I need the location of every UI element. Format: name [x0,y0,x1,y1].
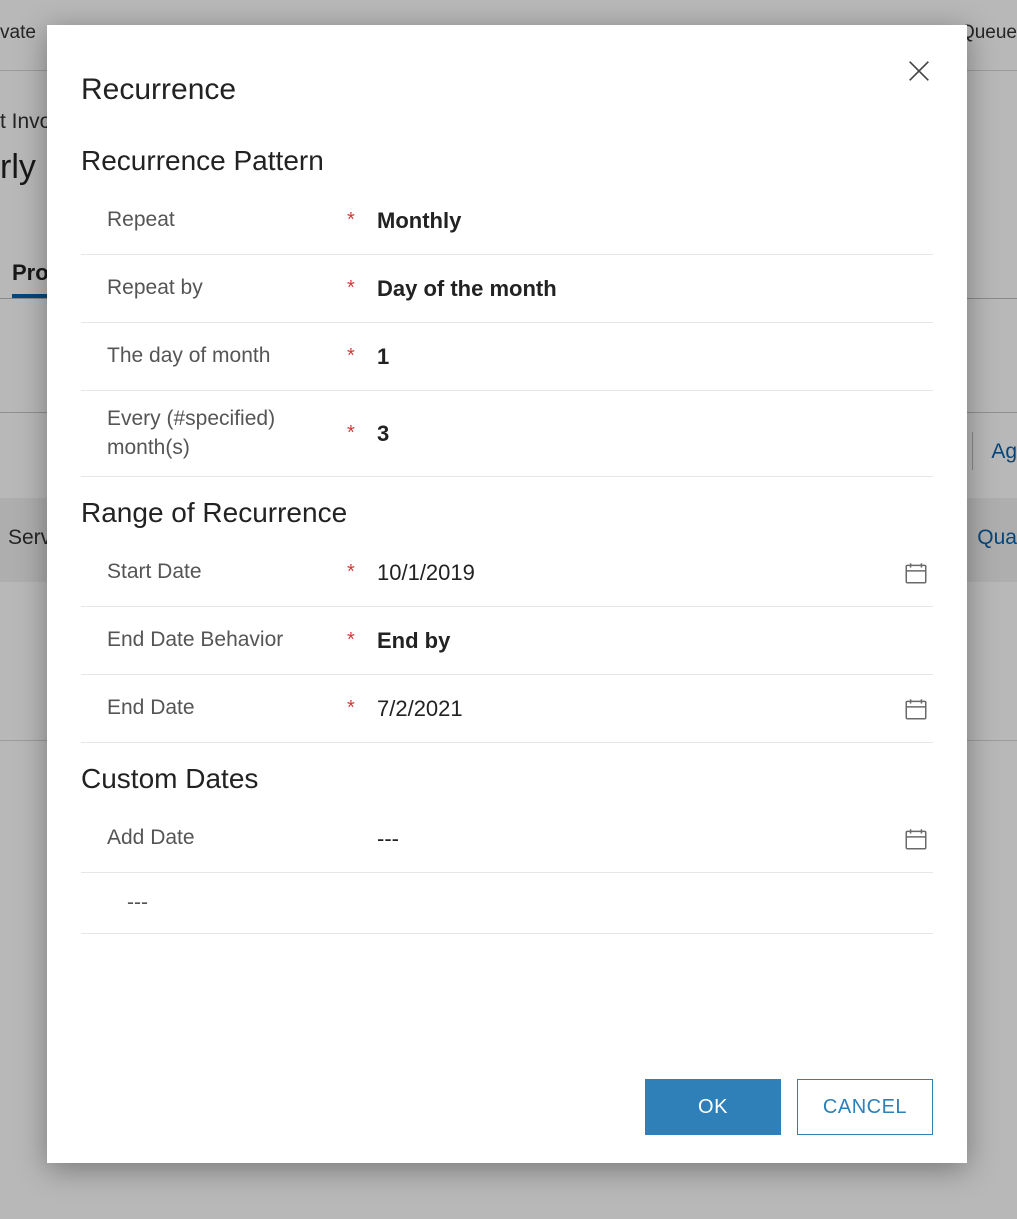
field-every-months-label: Every (#specified) month(s) [107,405,347,462]
field-end-date-behavior-label: End Date Behavior [107,626,347,654]
field-every-months-value-text: 3 [377,421,929,447]
field-repeat-by-label: Repeat by [107,274,347,302]
required-indicator: * [347,209,377,232]
required-indicator: * [347,561,377,584]
required-indicator: * [347,629,377,652]
close-button[interactable] [905,57,933,85]
field-every-months-value[interactable]: 3 [377,421,933,447]
field-day-of-month-value-text: 1 [377,344,929,370]
section-recurrence-pattern: Recurrence Pattern [81,145,933,177]
calendar-icon[interactable] [903,696,929,722]
field-add-date[interactable]: Add Date --- [81,805,933,873]
field-day-of-month-value[interactable]: 1 [377,344,933,370]
field-day-of-month[interactable]: The day of month * 1 [81,323,933,391]
field-start-date-label: Start Date [107,558,347,586]
field-end-date-label: End Date [107,694,347,722]
ok-button[interactable]: OK [645,1079,781,1135]
field-start-date-value[interactable]: 10/1/2019 [377,560,933,586]
field-every-months[interactable]: Every (#specified) month(s) * 3 [81,391,933,477]
section-range-of-recurrence: Range of Recurrence [81,497,933,529]
field-add-date-label: Add Date [107,824,347,852]
field-repeat-value[interactable]: Monthly [377,208,933,234]
field-end-date-behavior-value-text: End by [377,628,929,654]
dialog-title: Recurrence [81,73,933,107]
field-add-date-value[interactable]: --- [377,826,933,852]
field-repeat[interactable]: Repeat * Monthly [81,187,933,255]
field-end-date[interactable]: End Date * 7/2/2021 [81,675,933,743]
section-custom-dates: Custom Dates [81,763,933,795]
field-end-date-behavior-value[interactable]: End by [377,628,933,654]
field-end-date-behavior[interactable]: End Date Behavior * End by [81,607,933,675]
calendar-icon[interactable] [903,560,929,586]
field-repeat-label: Repeat [107,206,347,234]
field-repeat-by-value-text: Day of the month [377,276,929,302]
field-repeat-by-value[interactable]: Day of the month [377,276,933,302]
custom-dates-list-placeholder: --- [81,873,933,934]
dialog-footer: OK CANCEL [645,1079,933,1135]
cancel-button[interactable]: CANCEL [797,1079,933,1135]
calendar-icon[interactable] [903,826,929,852]
required-indicator: * [347,345,377,368]
field-end-date-value-text: 7/2/2021 [377,696,893,722]
field-day-of-month-label: The day of month [107,342,347,370]
field-end-date-value[interactable]: 7/2/2021 [377,696,933,722]
required-indicator: * [347,277,377,300]
field-add-date-value-text: --- [377,826,893,852]
field-repeat-by[interactable]: Repeat by * Day of the month [81,255,933,323]
required-indicator: * [347,697,377,720]
field-repeat-value-text: Monthly [377,208,929,234]
recurrence-dialog: Recurrence Recurrence Pattern Repeat * M… [47,25,967,1163]
required-indicator: * [347,422,377,445]
field-start-date[interactable]: Start Date * 10/1/2019 [81,539,933,607]
field-start-date-value-text: 10/1/2019 [377,560,893,586]
close-icon [905,72,933,89]
